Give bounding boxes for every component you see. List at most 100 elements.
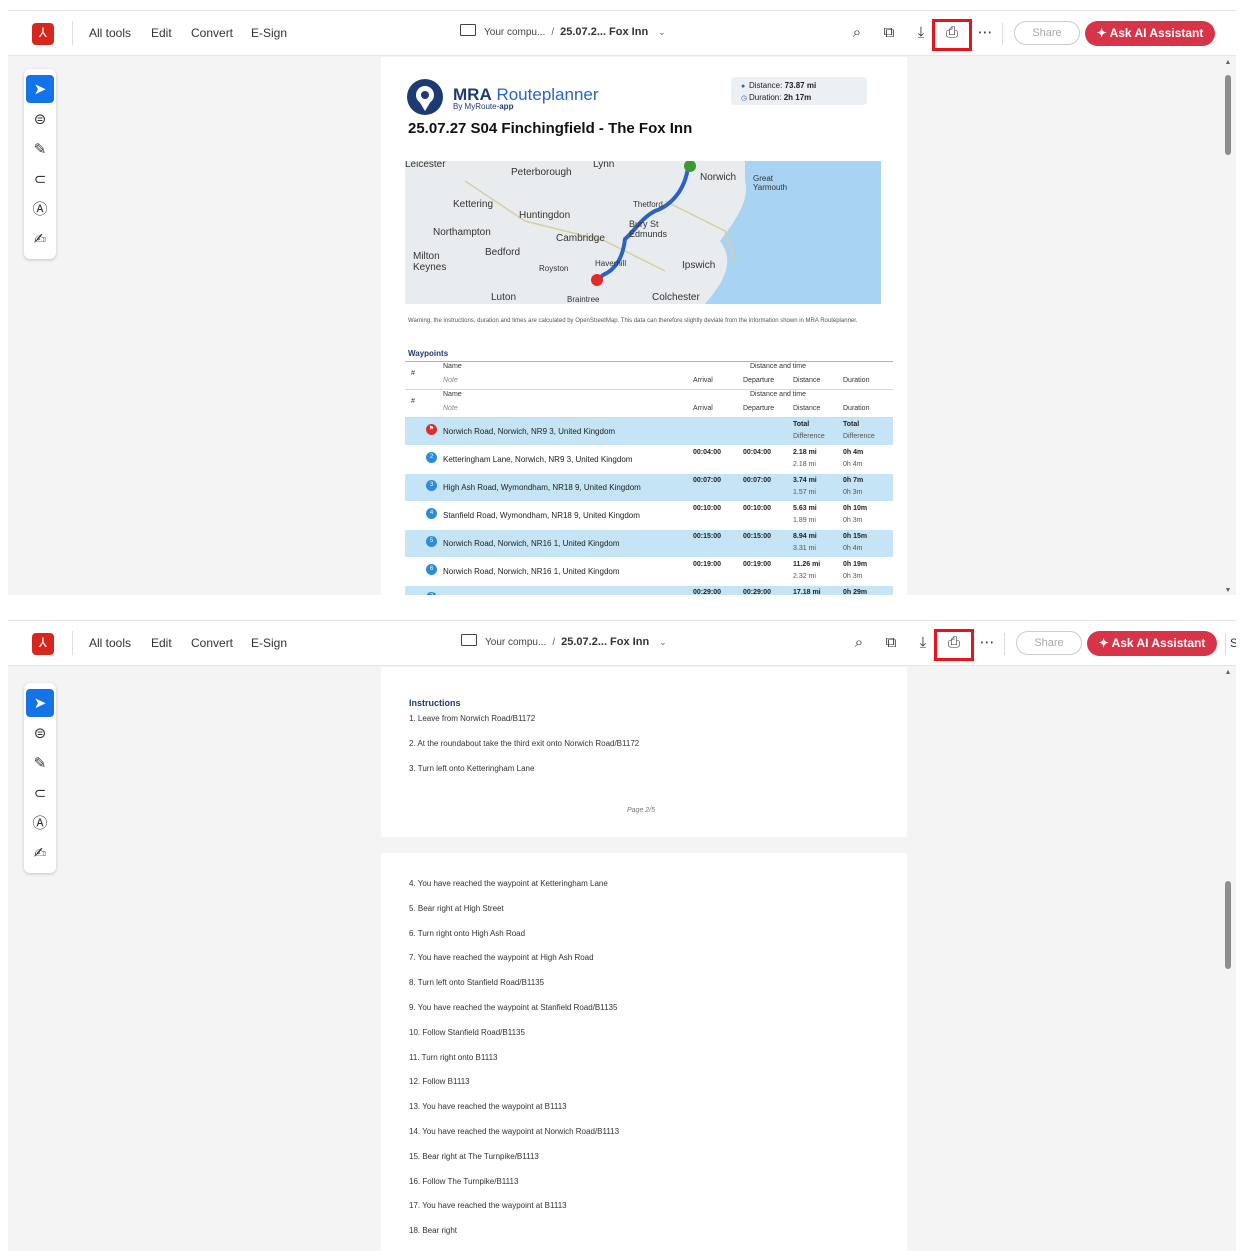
more-options-icon[interactable]: ⋯: [978, 633, 996, 651]
brand-subtitle-bold: app: [499, 102, 514, 111]
draw-freeform-icon[interactable]: ⊂: [26, 165, 54, 193]
acrobat-logo-icon[interactable]: ⅄: [32, 23, 54, 45]
acrobat-window-top: ⅄ All tools Edit Convert E-Sign Your com…: [8, 10, 1236, 595]
pdf-page-3: 4. You have reached the waypoint at Kett…: [381, 853, 907, 1251]
waypoint-number-badge: 3: [426, 480, 437, 491]
instruction-item: 10. Follow Stanfield Road/B1135: [409, 1027, 525, 1037]
waypoint-distance-diff: 3.31 mi: [793, 545, 816, 552]
add-text-icon[interactable]: Ⓐ: [26, 809, 54, 837]
ai-sparkle-icon: ✦: [1096, 26, 1110, 40]
scroll-down-arrow-icon[interactable]: ▼: [1224, 587, 1232, 595]
menu-e-sign[interactable]: E-Sign: [251, 26, 287, 40]
draw-freeform-icon[interactable]: ⊂: [26, 779, 54, 807]
waypoint-duration: 0h 29m: [843, 589, 868, 595]
vertical-scrollbar[interactable]: ▲ ▼: [1224, 59, 1232, 595]
waypoint-duration-diff: 0h 4m: [843, 545, 863, 552]
waypoints-table: # Name Note Distance and time Arrival De…: [405, 361, 893, 595]
sign-icon[interactable]: ✍: [26, 225, 54, 253]
map-label: Huntingdon: [519, 210, 571, 221]
instruction-item: 4. You have reached the waypoint at Kett…: [409, 879, 608, 888]
add-comment-icon[interactable]: ⊜: [26, 719, 54, 747]
chevron-down-icon[interactable]: ⌄: [658, 27, 666, 37]
menu-convert[interactable]: Convert: [191, 26, 233, 40]
menu-edit[interactable]: Edit: [151, 26, 172, 40]
distance-label: Distance:: [749, 81, 783, 90]
menu-convert[interactable]: Convert: [191, 636, 233, 650]
select-cursor-icon[interactable]: ➤: [26, 75, 54, 103]
instruction-item: 5. Bear right at High Street: [409, 903, 504, 913]
distance-value: 73.87 mi: [784, 81, 817, 90]
select-cursor-icon[interactable]: ➤: [26, 689, 54, 717]
chevron-down-icon[interactable]: ⌄: [659, 637, 667, 647]
col-arrival: Arrival: [693, 377, 713, 384]
col-duration: Duration: [843, 405, 870, 412]
waypoint-arrival: 00:04:00: [693, 449, 722, 456]
instruction-item: 14. You have reached the waypoint at Nor…: [409, 1127, 620, 1136]
highlight-pen-icon[interactable]: ✎: [26, 135, 54, 163]
brand-subtitle: By MyRoute-app: [453, 102, 513, 111]
share-button[interactable]: Share: [1016, 631, 1082, 655]
ai-sparkle-icon: ✦: [1098, 636, 1112, 650]
waypoint-arrival: 00:07:00: [693, 477, 722, 484]
waypoint-departure: 00:19:00: [743, 561, 772, 568]
search-icon[interactable]: ⌕: [850, 633, 868, 651]
waypoint-arrival: 00:29:00: [693, 589, 722, 595]
col-distance: Distance: [793, 377, 821, 384]
file-breadcrumb[interactable]: Your compu... / 25.07.2... Fox Inn ⌄: [460, 24, 666, 38]
highlight-pen-icon[interactable]: ✎: [26, 749, 54, 777]
file-breadcrumb[interactable]: Your compu... / 25.07.2... Fox Inn ⌄: [461, 634, 667, 648]
menu-e-sign[interactable]: E-Sign: [251, 636, 287, 650]
col-departure: Departure: [743, 377, 775, 384]
scroll-up-arrow-icon[interactable]: ▲: [1224, 669, 1232, 677]
table-row: ⚑ Norwich Road, Norwich, NR9 3, United Ki…: [405, 418, 893, 446]
add-comment-icon[interactable]: ⊜: [26, 105, 54, 133]
instruction-item: 9. You have reached the waypoint at Stan…: [409, 1003, 618, 1012]
scrollbar-thumb[interactable]: [1225, 75, 1231, 155]
page-thumbnails-icon[interactable]: ⧉: [882, 633, 900, 651]
col-note: Note: [443, 405, 458, 412]
map-label: Norwich: [700, 172, 737, 183]
waypoint-number-badge: 2: [426, 452, 437, 463]
instruction-item: 17. You have reached the waypoint at B11…: [409, 1201, 567, 1211]
map-label: Royston: [539, 264, 569, 273]
share-button[interactable]: Share: [1014, 21, 1080, 45]
scroll-up-arrow-icon[interactable]: ▲: [1224, 59, 1232, 67]
menu-edit[interactable]: Edit: [151, 636, 172, 650]
col-departure: Departure: [743, 405, 775, 412]
menu-all-tools[interactable]: All tools: [89, 26, 131, 40]
instruction-item: 16. Follow The Turnpike/B1113: [409, 1176, 519, 1186]
vertical-scrollbar[interactable]: ▲: [1224, 669, 1232, 1251]
download-icon[interactable]: ⤓: [912, 23, 930, 41]
end-pin-icon: [591, 274, 603, 286]
map-label: Lynn: [593, 161, 615, 170]
search-icon[interactable]: ⌕: [848, 23, 866, 41]
toolbar-divider: [72, 21, 73, 45]
waypoint-name: Norwich Road, Norwich, NR16 1, United Ki…: [443, 539, 620, 548]
waypoint-departure: 00:10:00: [743, 505, 772, 512]
menu-all-tools[interactable]: All tools: [89, 636, 131, 650]
add-text-icon[interactable]: Ⓐ: [26, 195, 54, 223]
instruction-item: 13. You have reached the waypoint at B11…: [409, 1102, 567, 1112]
instructions-heading: Instructions: [409, 698, 461, 708]
sign-icon[interactable]: ✍: [26, 839, 54, 867]
waypoint-number-badge: ⚑: [426, 424, 437, 435]
waypoint-duration: 0h 4m: [843, 449, 864, 456]
page-thumbnails-icon[interactable]: ⧉: [880, 23, 898, 41]
document-title: 25.07.27 S04 Finchingfield - The Fox Inn: [408, 120, 693, 137]
total-label: Total: [793, 421, 810, 428]
scrollbar-thumb[interactable]: [1225, 881, 1231, 969]
acrobat-logo-icon[interactable]: ⅄: [32, 633, 54, 655]
waypoint-arrival: 00:10:00: [693, 505, 722, 512]
quick-tools-bar: ➤ ⊜ ✎ ⊂ Ⓐ ✍: [24, 683, 56, 873]
waypoint-duration-diff: 0h 3m: [843, 573, 863, 580]
download-icon[interactable]: ⤓: [914, 633, 932, 651]
waypoint-departure: 00:15:00: [743, 533, 772, 540]
waypoint-distance-diff: 1.89 mi: [793, 517, 816, 524]
total-label: Total: [843, 421, 860, 428]
waypoint-name: High Ash Road, Wymondham, NR18 9, United…: [443, 483, 641, 492]
overflow-toolbar-label[interactable]: S: [1230, 636, 1236, 650]
duration-icon: ◷: [741, 95, 748, 102]
ask-ai-assistant-button[interactable]: ✦ Ask AI Assistant: [1087, 631, 1217, 656]
ask-ai-assistant-button[interactable]: ✦ Ask AI Assistant: [1085, 21, 1215, 46]
more-options-icon[interactable]: ⋯: [976, 23, 994, 41]
